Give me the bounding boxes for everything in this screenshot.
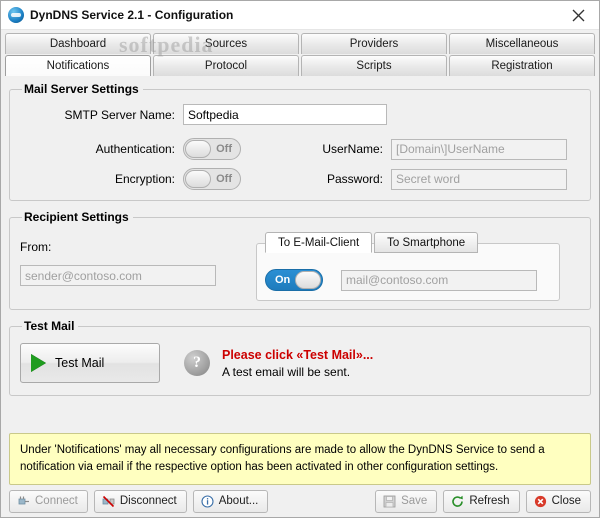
mail-server-settings-group: Mail Server Settings SMTP Server Name: A… xyxy=(9,82,591,201)
close-label: Close xyxy=(551,495,581,507)
plug-icon xyxy=(18,496,29,504)
close-button[interactable]: Close xyxy=(525,489,591,513)
tab-providers[interactable]: Providers xyxy=(301,33,447,54)
tab-label: Dashboard xyxy=(49,38,107,50)
inner-tab-row: To E-Mail-Client To Smartphone xyxy=(265,232,480,253)
save-label: Save xyxy=(401,495,428,507)
tab-label: Notifications xyxy=(46,60,110,72)
inner-tab-to-email-client[interactable]: To E-Mail-Client xyxy=(265,232,373,253)
title-bar: DynDNS Service 2.1 - Configuration xyxy=(1,1,599,30)
test-mail-legend: Test Mail xyxy=(24,319,75,333)
from-input[interactable] xyxy=(20,265,216,286)
tab-dashboard[interactable]: Dashboard xyxy=(5,33,151,54)
smtp-server-label: SMTP Server Name: xyxy=(64,107,175,122)
tab-protocol[interactable]: Protocol xyxy=(153,55,299,76)
tab-label: Protocol xyxy=(204,60,248,72)
close-icon xyxy=(572,9,584,21)
notifications-panel: Mail Server Settings SMTP Server Name: A… xyxy=(1,76,599,433)
save-icon xyxy=(383,495,396,507)
tab-miscellaneous[interactable]: Miscellaneous xyxy=(449,33,595,54)
password-input[interactable] xyxy=(391,168,567,190)
tab-registration[interactable]: Registration xyxy=(449,55,595,76)
recipient-settings-group: Recipient Settings From: To E-Mail-Clien… xyxy=(9,210,591,310)
tab-scripts[interactable]: Scripts xyxy=(301,55,447,76)
close-window-button[interactable] xyxy=(557,1,599,29)
mail-server-legend: Mail Server Settings xyxy=(24,82,139,96)
password-label: Password: xyxy=(326,172,383,186)
tab-notifications[interactable]: Notifications xyxy=(5,55,151,76)
tab-label: Scripts xyxy=(356,60,392,72)
about-label: About... xyxy=(218,495,259,507)
tab-row-1: Dashboard Sources Providers Miscellaneou… xyxy=(5,33,595,54)
disconnect-label: Disconnect xyxy=(119,495,177,507)
username-label: UserName: xyxy=(322,142,383,156)
question-mark-icon[interactable]: ? xyxy=(184,350,210,376)
email-client-toggle[interactable]: On xyxy=(265,269,323,291)
disconnect-button[interactable]: Disconnect xyxy=(93,489,187,513)
connect-button[interactable]: Connect xyxy=(9,489,88,513)
from-label: From: xyxy=(20,240,52,254)
refresh-icon xyxy=(452,495,464,507)
toggle-knob xyxy=(185,140,211,158)
authentication-toggle[interactable]: Off xyxy=(183,138,241,160)
tab-label: Miscellaneous xyxy=(485,38,559,50)
test-mail-button-label: Test Mail xyxy=(55,356,105,370)
recipient-target-tabs: To E-Mail-Client To Smartphone On xyxy=(256,232,560,301)
smtp-server-input[interactable] xyxy=(183,104,387,125)
status-bar: Connect Disconnect About... Save Refresh… xyxy=(1,485,599,517)
inner-tab-label: To Smartphone xyxy=(387,236,466,249)
info-icon xyxy=(201,494,214,508)
close-circle-icon xyxy=(534,495,546,507)
about-button[interactable]: About... xyxy=(192,489,269,513)
encryption-label: Encryption: xyxy=(114,172,175,186)
encryption-toggle[interactable]: Off xyxy=(183,168,241,190)
email-client-toggle-state: On xyxy=(275,274,291,286)
info-band-text: Under 'Notifications' may all necessary … xyxy=(20,443,545,473)
disconnect-icon xyxy=(102,495,115,507)
inner-tab-to-smartphone[interactable]: To Smartphone xyxy=(374,232,479,253)
test-mail-group: Test Mail Test Mail ? Please click «Test… xyxy=(9,319,591,396)
tab-label: Registration xyxy=(491,60,553,72)
test-mail-button[interactable]: Test Mail xyxy=(20,343,160,383)
inner-tab-label: To E-Mail-Client xyxy=(278,236,360,249)
window-title: DynDNS Service 2.1 - Configuration xyxy=(30,8,234,22)
refresh-label: Refresh xyxy=(469,495,510,507)
toggle-knob xyxy=(295,271,321,289)
tab-label: Sources xyxy=(204,38,248,50)
tab-label: Providers xyxy=(349,38,399,50)
refresh-button[interactable]: Refresh xyxy=(443,489,520,513)
tab-sources[interactable]: Sources xyxy=(153,33,299,54)
tab-strip: softpedia Dashboard Sources Providers Mi… xyxy=(1,30,599,76)
username-input[interactable] xyxy=(391,138,567,160)
globe-icon xyxy=(8,7,24,23)
tab-row-2: Notifications Protocol Scripts Registrat… xyxy=(5,55,595,76)
recipient-legend: Recipient Settings xyxy=(24,210,129,224)
encryption-toggle-state: Off xyxy=(216,173,232,185)
play-icon xyxy=(31,354,46,372)
authentication-label: Authentication: xyxy=(95,142,175,156)
save-button[interactable]: Save xyxy=(375,489,438,513)
configuration-window: DynDNS Service 2.1 - Configuration softp… xyxy=(0,0,600,518)
recipient-mail-input[interactable] xyxy=(341,269,537,291)
authentication-toggle-state: Off xyxy=(216,143,232,155)
info-band: Under 'Notifications' may all necessary … xyxy=(9,432,591,485)
test-mail-subtext: A test email will be sent. xyxy=(222,364,351,379)
toggle-knob xyxy=(185,170,211,188)
connect-label: Connect xyxy=(35,495,78,507)
test-mail-warning: Please click «Test Mail»... xyxy=(222,347,374,362)
